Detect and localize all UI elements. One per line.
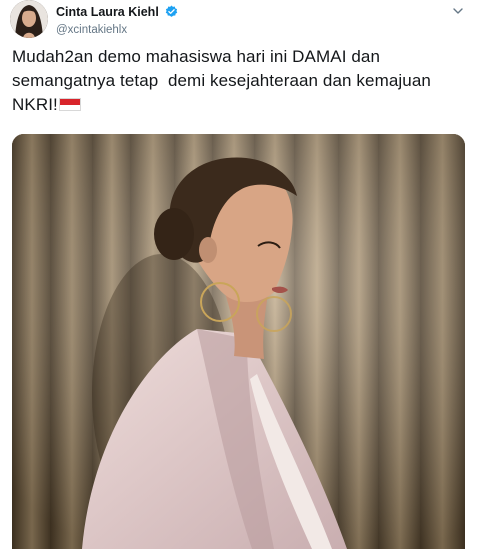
chevron-down-icon[interactable] [452,4,464,16]
indonesia-flag-emoji [58,98,81,111]
display-name[interactable]: Cinta Laura Kiehl [56,5,159,19]
avatar[interactable] [10,0,48,38]
author-names: Cinta Laura Kiehl @xcintakiehlx [56,3,178,36]
tweet-photo[interactable] [12,134,465,549]
handle[interactable]: @xcintakiehlx [56,24,178,36]
photo-illustration [12,134,465,549]
verified-badge-icon [165,5,178,18]
tweet[interactable]: Cinta Laura Kiehl @xcintakiehlx Mudah2an… [0,0,477,549]
tweet-text: Mudah2an demo mahasiswa hari ini DAMAI d… [12,45,470,117]
tweet-header: Cinta Laura Kiehl @xcintakiehlx [10,0,470,40]
